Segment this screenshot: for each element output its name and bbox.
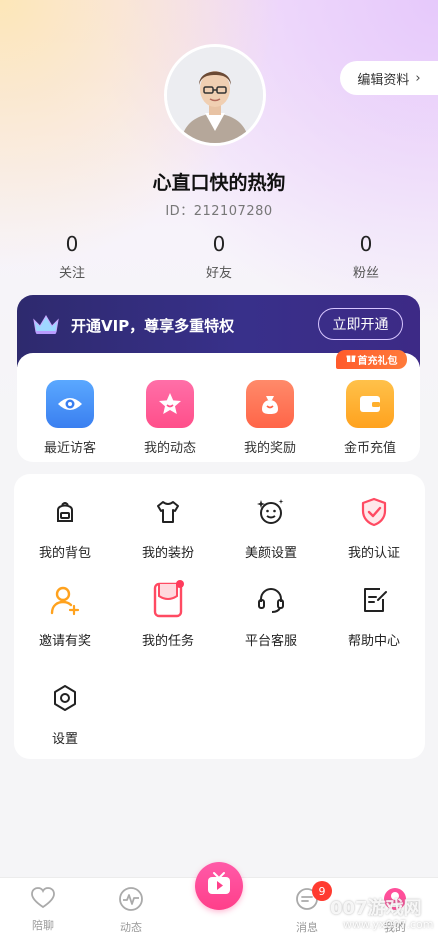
recent-visitors-item[interactable]: 最近访客 [20,380,120,456]
stat-label: 粉丝 [352,266,379,281]
stat-value: 0 [359,232,373,256]
grid-item-settings[interactable]: 设置 [14,678,116,747]
tab-chat[interactable]: 陪聊 [13,886,73,933]
grid-label: 我的装扮 [141,546,194,561]
gear-icon [45,678,85,718]
edit-profile-label: 编辑资料 [357,72,410,88]
stat-label: 好友 [205,266,232,281]
video-play-icon [205,871,233,901]
wallet-icon [346,380,394,428]
quick-label: 我的动态 [143,441,196,456]
backpack-icon [45,492,85,532]
headset-icon [251,580,291,620]
grid-label: 我的任务 [141,634,194,649]
vip-text: 开通VIP，尊享多重特权 [71,317,235,335]
user-id: ID：212107280 [165,204,273,219]
stats-row: 0 关注 0 好友 0 粉丝 [0,232,438,286]
watermark-url: www.yx007.com [343,918,434,931]
quick-label: 最近访客 [43,441,96,456]
my-rewards-item[interactable]: 我的奖励 [220,380,320,456]
grid-item-verification[interactable]: 我的认证 [323,492,425,561]
task-icon [148,580,188,620]
gift-icon [346,353,356,366]
invite-user-icon [45,580,85,620]
stat-following[interactable]: 0 关注 [17,232,127,281]
grid-label: 我的背包 [38,546,91,561]
chevron-right-icon: › [415,70,421,86]
heart-icon [13,886,73,914]
tab-label: 动态 [120,921,142,934]
grid-label: 帮助中心 [347,634,400,649]
crown-icon [31,312,61,340]
eye-icon [46,380,94,428]
stat-value: 0 [65,232,79,256]
gift-badge-label: 首充礼包 [357,356,398,367]
message-count-badge: 9 [312,881,332,901]
quick-actions-card: 首充礼包 最近访客 我的动态 我的奖励 金币充值 [17,350,420,462]
stat-friends[interactable]: 0 好友 [164,232,274,281]
tab-label: 消息 [296,921,318,934]
tab-label: 陪聊 [32,919,54,932]
beauty-face-icon [251,492,291,532]
grid-label: 平台客服 [244,634,297,649]
grid-item-tasks[interactable]: 我的任务 [117,580,219,649]
activity-icon [101,886,161,916]
shield-check-icon [354,492,394,532]
grid-label: 设置 [51,732,78,747]
quick-label: 金币充值 [343,441,396,456]
open-vip-button[interactable]: 立即开通 [318,308,403,340]
grid-item-backpack[interactable]: 我的背包 [14,492,116,561]
stat-label: 关注 [58,266,85,281]
features-grid-card: 我的背包 我的装扮 美颜设置 我的认证 邀请有奖 我的任务 平台客服 帮助中心 … [14,474,425,759]
grid-item-help[interactable]: 帮助中心 [323,580,425,649]
help-edit-icon [354,580,394,620]
grid-item-invite[interactable]: 邀请有奖 [14,580,116,649]
watermark-text: 007游戏网 [330,898,422,919]
tab-live-video[interactable] [195,862,243,910]
grid-item-support[interactable]: 平台客服 [220,580,322,649]
edit-profile-button[interactable]: 编辑资料 › [340,61,438,95]
quick-label: 我的奖励 [243,441,296,456]
star-icon [146,380,194,428]
stat-fans[interactable]: 0 粉丝 [311,232,421,281]
tab-moments[interactable]: 动态 [101,886,161,935]
grid-label: 我的认证 [347,546,400,561]
my-moments-item[interactable]: 我的动态 [120,380,220,456]
tshirt-icon [148,492,188,532]
stat-value: 0 [212,232,226,256]
coin-recharge-item[interactable]: 金币充值 [320,380,420,456]
notification-dot [176,580,184,588]
grid-item-outfit[interactable]: 我的装扮 [117,492,219,561]
money-bag-icon [246,380,294,428]
grid-item-beauty[interactable]: 美颜设置 [220,492,322,561]
avatar[interactable] [164,44,266,146]
grid-label: 邀请有奖 [38,634,91,649]
grid-label: 美颜设置 [244,546,297,561]
nickname: 心直口快的热狗 [152,172,286,194]
first-recharge-gift-badge: 首充礼包 [336,350,407,369]
